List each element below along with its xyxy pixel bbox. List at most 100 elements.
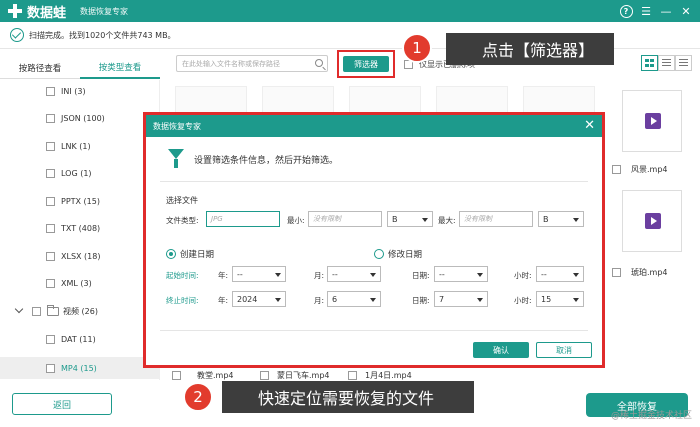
- checkbox[interactable]: [46, 278, 55, 288]
- details-icon: [679, 59, 688, 67]
- radio-modified-date[interactable]: 修改日期: [374, 248, 422, 260]
- back-button[interactable]: 返回: [12, 393, 112, 415]
- tree-item-txt[interactable]: TXT (408): [0, 217, 160, 239]
- caret-down-icon: [370, 298, 376, 302]
- list-view-button[interactable]: [658, 55, 675, 71]
- file-item[interactable]: 蒙日飞车.mp4: [260, 370, 330, 381]
- checkbox[interactable]: [46, 141, 55, 151]
- checkbox[interactable]: [46, 168, 55, 178]
- file-thumbnail[interactable]: [622, 190, 682, 252]
- select-value: 15: [541, 294, 552, 304]
- tree-item-label: XLSX (18): [61, 251, 101, 261]
- close-button[interactable]: ✕: [678, 3, 694, 19]
- end-month-select[interactable]: 6: [327, 291, 381, 307]
- callout-click-filter: 点击【筛选器】: [446, 33, 614, 65]
- cancel-button[interactable]: 取消: [536, 342, 592, 358]
- grid-view-button[interactable]: [641, 55, 658, 71]
- view-tabs: 按路径查看 按类型查看: [0, 57, 160, 79]
- checkbox[interactable]: [348, 371, 357, 380]
- end-year-select[interactable]: 2024: [232, 291, 286, 307]
- tree-item-json[interactable]: JSON (100): [0, 107, 160, 129]
- select-value: --: [439, 269, 445, 279]
- tree-item-xlsx[interactable]: XLSX (18): [0, 245, 160, 267]
- checkbox[interactable]: [32, 306, 41, 316]
- file-thumbnail[interactable]: [622, 90, 682, 152]
- chevron-down-icon[interactable]: [14, 304, 24, 314]
- max-size-input[interactable]: 没有限制: [459, 211, 533, 227]
- file-item[interactable]: 风景.mp4: [612, 164, 668, 175]
- file-type-label: 文件类型:: [166, 216, 199, 225]
- tree-item-pptx[interactable]: PPTX (15): [0, 190, 160, 212]
- radio-created-date[interactable]: 创建日期: [166, 248, 214, 260]
- video-file-icon: [645, 213, 661, 229]
- search-placeholder: 在此处输入文件名称或保存路径: [182, 59, 280, 68]
- caret-down-icon: [422, 218, 428, 222]
- help-button[interactable]: ?: [618, 3, 634, 19]
- checkbox[interactable]: [46, 223, 55, 233]
- checkbox[interactable]: [612, 165, 621, 174]
- tab-by-type[interactable]: 按类型查看: [80, 57, 160, 79]
- max-size-unit-select[interactable]: B: [538, 211, 584, 227]
- min-size-placeholder: 没有限制: [313, 215, 341, 223]
- radio-icon[interactable]: [166, 249, 176, 259]
- min-size-input[interactable]: 没有限制: [308, 211, 382, 227]
- tree-item-lnk[interactable]: LNK (1): [0, 135, 160, 157]
- checkbox[interactable]: [46, 113, 55, 123]
- checkbox[interactable]: [46, 86, 55, 96]
- tree-item-label: XML (3): [61, 278, 92, 288]
- checkbox[interactable]: [46, 334, 55, 344]
- checkbox[interactable]: [46, 363, 55, 373]
- minimize-icon: —: [660, 4, 672, 18]
- tree-item-label: TXT (408): [61, 223, 101, 233]
- month-label: 月:: [314, 271, 325, 280]
- min-size-unit-select[interactable]: B: [387, 211, 433, 227]
- file-type-input[interactable]: JPG: [206, 211, 280, 227]
- radio-icon[interactable]: [374, 249, 384, 259]
- menu-button[interactable]: ☰: [638, 3, 654, 19]
- list-icon: [662, 59, 671, 67]
- view-mode-switch: [641, 55, 692, 71]
- end-hour-select[interactable]: 15: [536, 291, 584, 307]
- filter-button[interactable]: 筛选器: [343, 56, 389, 72]
- dialog-close-icon[interactable]: ✕: [584, 118, 595, 133]
- file-type-placeholder: JPG: [211, 215, 223, 223]
- app-logo: 数据蛙: [8, 2, 66, 21]
- tree-item-label: LNK (1): [61, 141, 91, 151]
- dialog-intro: 设置筛选条件信息，然后开始筛选。: [168, 149, 338, 169]
- window-controls: ? ☰ — ✕: [618, 3, 694, 19]
- minimize-button[interactable]: —: [658, 3, 674, 19]
- tree-item-log[interactable]: LOG (1): [0, 162, 160, 184]
- tree-item-xml[interactable]: XML (3): [0, 272, 160, 294]
- file-item[interactable]: 琥珀.mp4: [612, 267, 668, 278]
- file-item[interactable]: 1月4日.mp4: [348, 370, 412, 381]
- intro-text: 设置筛选条件信息，然后开始筛选。: [194, 155, 339, 166]
- checkbox[interactable]: [260, 371, 269, 380]
- tree-item-video[interactable]: 视频 (26): [0, 300, 160, 322]
- select-value: 7: [439, 294, 445, 304]
- checkbox[interactable]: [46, 196, 55, 206]
- divider: [160, 330, 588, 331]
- file-item[interactable]: 教堂.mp4: [172, 370, 234, 381]
- caret-down-icon: [573, 298, 579, 302]
- confirm-button[interactable]: 确认: [473, 342, 529, 358]
- checkbox[interactable]: [612, 268, 621, 277]
- select-value: --: [541, 269, 547, 279]
- start-year-select[interactable]: --: [232, 266, 286, 282]
- file-type-tree: INI (3) JSON (100) LNK (1) LOG (1) PPTX …: [0, 80, 160, 380]
- tree-item-mp4[interactable]: MP4 (15): [0, 357, 160, 379]
- checkbox[interactable]: [46, 251, 55, 261]
- caret-down-icon: [477, 273, 483, 277]
- tree-item-dat[interactable]: DAT (11): [0, 328, 160, 350]
- step-badge: 1: [402, 33, 432, 63]
- detail-view-button[interactable]: [675, 55, 692, 71]
- start-hour-select[interactable]: --: [536, 266, 584, 282]
- end-day-select[interactable]: 7: [434, 291, 488, 307]
- start-month-select[interactable]: --: [327, 266, 381, 282]
- search-input[interactable]: 在此处输入文件名称或保存路径: [176, 55, 328, 72]
- tree-item-ini[interactable]: INI (3): [0, 80, 160, 102]
- checkbox[interactable]: [172, 371, 181, 380]
- search-icon[interactable]: [315, 59, 323, 67]
- start-day-select[interactable]: --: [434, 266, 488, 282]
- tree-item-label: 视频 (26): [63, 306, 98, 316]
- tab-by-path[interactable]: 按路径查看: [0, 57, 80, 79]
